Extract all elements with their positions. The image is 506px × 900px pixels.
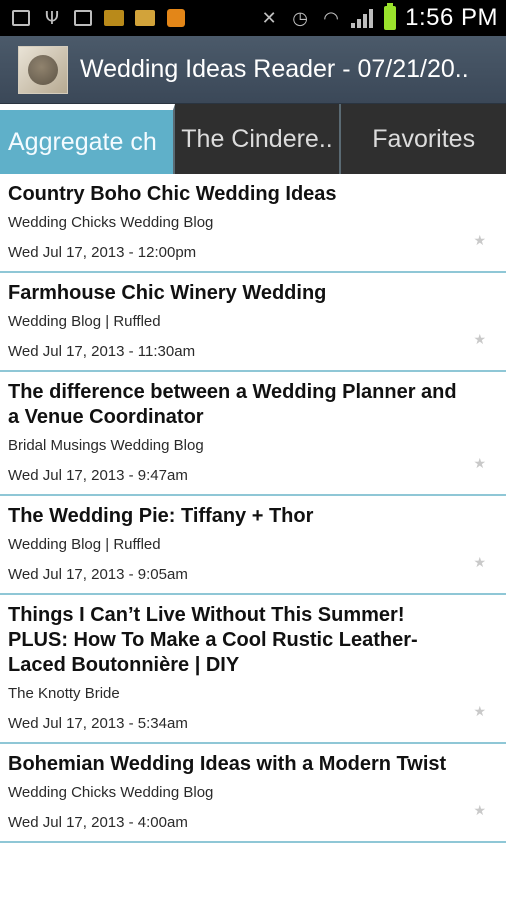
signal-icon	[351, 8, 375, 28]
article-date: Wed Jul 17, 2013 - 4:00am	[8, 814, 188, 831]
action-bar: Wedding Ideas Reader - 07/21/20..	[0, 36, 506, 104]
article-title: Farmhouse Chic Winery Wedding	[8, 282, 327, 304]
app-notification-icon	[134, 8, 156, 28]
tab-aggregate[interactable]: Aggregate ch	[0, 104, 175, 174]
article-title: Country Boho Chic Wedding Ideas	[8, 183, 337, 205]
notification-icons: Ψ	[10, 7, 187, 29]
article-date: Wed Jul 17, 2013 - 9:47am	[8, 467, 188, 484]
alarm-icon: ◷	[292, 7, 308, 29]
star-icon[interactable]: ★	[473, 555, 486, 571]
article-date: Wed Jul 17, 2013 - 9:05am	[8, 566, 188, 583]
battery-icon	[384, 3, 397, 30]
article-source: Bridal Musings Wedding Blog	[8, 437, 204, 454]
article-source: Wedding Blog | Ruffled	[8, 536, 161, 553]
wifi-icon: ◠	[323, 7, 339, 29]
status-bar: Ψ ✕ ◷ ◠ 1:56 PM	[0, 0, 506, 36]
clock: 1:56 PM	[405, 4, 498, 31]
star-icon[interactable]: ★	[473, 704, 486, 720]
article-source: Wedding Chicks Wedding Blog	[8, 214, 214, 231]
tab-the-cinderella[interactable]: The Cindere..	[175, 104, 342, 174]
list-item[interactable]: The difference between a Wedding Planner…	[0, 372, 506, 496]
list-item[interactable]: Country Boho Chic Wedding Ideas Wedding …	[0, 174, 506, 273]
tab-favorites[interactable]: Favorites	[341, 104, 506, 174]
list-item[interactable]: Things I Can’t Live Without This Summer!…	[0, 595, 506, 744]
add-notification-icon	[10, 8, 32, 28]
star-icon[interactable]: ★	[473, 332, 486, 348]
app-notification-icon	[103, 8, 125, 28]
tab-bar: Aggregate ch The Cindere.. Favorites	[0, 104, 506, 174]
star-icon[interactable]: ★	[473, 803, 486, 819]
article-source: Wedding Chicks Wedding Blog	[8, 784, 214, 801]
star-icon[interactable]: ★	[473, 456, 486, 472]
article-title: The difference between a Wedding Planner…	[8, 381, 457, 428]
list-item[interactable]: Farmhouse Chic Winery Wedding Wedding Bl…	[0, 273, 506, 372]
app-title: Wedding Ideas Reader - 07/21/20..	[80, 55, 469, 83]
article-title: The Wedding Pie: Tiffany + Thor	[8, 505, 314, 527]
list-item[interactable]: The Wedding Pie: Tiffany + Thor Wedding …	[0, 496, 506, 595]
article-list: Country Boho Chic Wedding Ideas Wedding …	[0, 174, 506, 843]
usb-icon: Ψ	[44, 7, 60, 29]
app-logo-icon[interactable]	[18, 45, 68, 94]
mute-icon: ✕	[261, 7, 277, 29]
rss-icon	[165, 8, 187, 28]
article-title: Things I Can’t Live Without This Summer!…	[8, 604, 418, 676]
list-item[interactable]: Bohemian Wedding Ideas with a Modern Twi…	[0, 744, 506, 843]
star-icon[interactable]: ★	[473, 233, 486, 249]
article-date: Wed Jul 17, 2013 - 5:34am	[8, 715, 188, 732]
system-icons: ✕ ◷ ◠ 1:56 PM	[258, 3, 498, 32]
article-date: Wed Jul 17, 2013 - 11:30am	[8, 343, 196, 360]
article-date: Wed Jul 17, 2013 - 12:00pm	[8, 244, 197, 261]
image-icon	[72, 8, 94, 28]
article-source: The Knotty Bride	[8, 685, 120, 702]
article-title: Bohemian Wedding Ideas with a Modern Twi…	[8, 753, 447, 775]
article-source: Wedding Blog | Ruffled	[8, 313, 161, 330]
